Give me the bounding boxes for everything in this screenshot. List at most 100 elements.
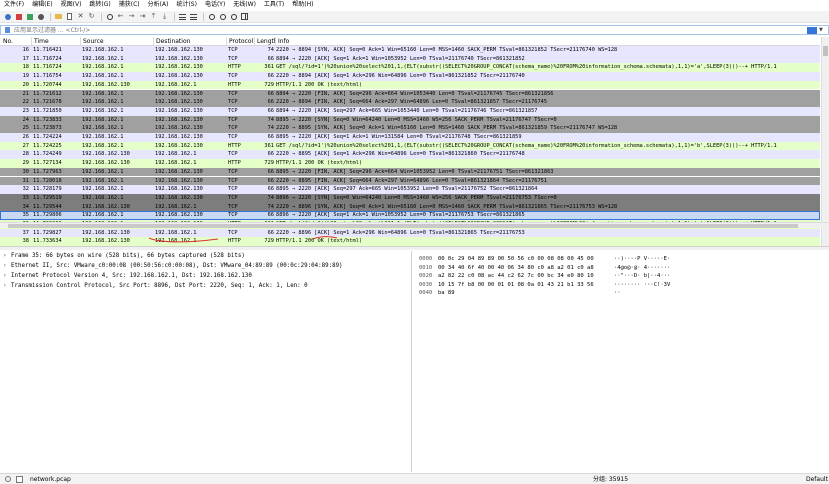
cell-dst: 192.168.162.1 — [155, 151, 197, 158]
table-row[interactable]: 26 11.724224 192.168.162.1 192.168.162.130 T… — [0, 133, 820, 142]
colorize-icon[interactable] — [189, 12, 198, 21]
status-profile[interactable]: Default — [806, 474, 828, 484]
table-row[interactable]: 34 11.729544 192.168.162.130 192.168.162.1 T… — [0, 202, 820, 212]
table-row[interactable]: 28 11.724249 192.168.162.130 192.168.162.1 T… — [0, 150, 820, 160]
menu-item[interactable]: 跳转(G) — [85, 0, 114, 10]
menu-item[interactable]: 视图(V) — [57, 0, 86, 10]
stop-icon[interactable] — [14, 12, 23, 21]
hex-offset: 0020 — [419, 273, 433, 279]
detail-tree-item[interactable]: › Internet Protocol Version 4, Src: 192.1… — [0, 271, 411, 281]
menu-item[interactable]: 捕获(C) — [115, 0, 144, 10]
menu-item[interactable]: 文件(F) — [0, 0, 28, 10]
table-row[interactable]: 30 11.727963 192.168.162.1 192.168.162.130 T… — [0, 167, 820, 177]
chevron-right-icon[interactable]: › — [3, 271, 11, 281]
table-row[interactable]: 27 11.724225 192.168.162.1 192.168.162.130 H… — [0, 141, 820, 151]
autoscroll-icon[interactable] — [178, 12, 187, 21]
column-header-no[interactable]: No. — [0, 37, 32, 46]
table-row[interactable]: 37 11.729827 192.168.162.130 192.168.162.1 T… — [0, 228, 820, 238]
restart-icon[interactable] — [25, 12, 34, 21]
zoom-in-icon[interactable] — [207, 12, 216, 21]
cell-info: HTTP/1.1 200 OK (text/html) — [276, 160, 363, 167]
column-header-length[interactable]: Length — [254, 37, 276, 46]
column-header-source[interactable]: Source — [80, 37, 154, 46]
bookmark-icon[interactable] — [3, 26, 11, 34]
file-icon[interactable] — [65, 12, 74, 21]
vertical-scrollbar[interactable] — [821, 37, 829, 246]
cell-proto: TCP — [228, 194, 238, 201]
cell-info: 8895 → 2220 [ACK] Seq=1 Ack=1 Win=131584… — [276, 134, 522, 140]
chevron-right-icon[interactable]: › — [3, 261, 11, 271]
menu-item[interactable]: 分析(A) — [144, 0, 173, 10]
options-icon[interactable] — [36, 12, 45, 21]
last-icon[interactable]: ⤓ — [160, 12, 169, 21]
resize-columns-icon[interactable] — [240, 12, 249, 21]
cell-proto: TCP — [228, 55, 238, 62]
hex-row[interactable]: 0040 ba 89 ·· — [414, 289, 829, 298]
menu-item[interactable]: 统计(S) — [172, 0, 201, 10]
detail-tree-item[interactable]: › Frame 35: 66 bytes on wire (528 bits), … — [0, 251, 411, 261]
detail-tree-item[interactable]: › Transmission Control Protocol, Src Port… — [0, 281, 411, 291]
hex-row[interactable]: 0020 a2 82 22 c0 08 ac 44 c2 62 7c 00 bc … — [414, 272, 829, 281]
table-row[interactable]: 20 11.720744 192.168.162.130 192.168.162.1 H… — [0, 80, 820, 90]
menu-item[interactable]: 工具(T) — [260, 0, 288, 10]
table-row[interactable]: 33 11.729519 192.168.162.1 192.168.162.130 T… — [0, 193, 820, 203]
table-row[interactable]: 32 11.728179 192.168.162.1 192.168.162.130 T… — [0, 185, 820, 194]
open-file-icon[interactable] — [54, 12, 63, 21]
detail-label: Internet Protocol Version 4, Src: 192.16… — [11, 273, 252, 279]
table-row[interactable]: 23 11.721850 192.168.162.1 192.168.162.130 T… — [0, 106, 820, 116]
display-filter-input[interactable] — [11, 26, 807, 34]
table-row[interactable]: 25 11.723873 192.168.162.1 192.168.162.130 T… — [0, 124, 820, 133]
cell-dst: 192.168.162.130 — [155, 194, 203, 201]
menu-item[interactable]: 编辑(E) — [28, 0, 56, 10]
table-row[interactable]: 18 11.716724 192.168.162.1 192.168.162.130 H… — [0, 63, 820, 73]
horizontal-scrollbar[interactable] — [0, 222, 829, 228]
table-row[interactable]: 38 11.733634 192.168.162.130 192.168.162.1 H… — [0, 237, 820, 246]
back-icon[interactable]: ← — [116, 12, 125, 21]
menu-item[interactable]: 帮助(H) — [288, 0, 317, 10]
forward-icon[interactable]: → — [127, 12, 136, 21]
table-row[interactable]: 17 11.716724 192.168.162.1 192.168.162.130 T… — [0, 54, 820, 64]
cell-time: 11.724224 — [33, 134, 62, 140]
hex-row[interactable]: 0010 00 34 40 6f 40 00 40 06 34 80 c0 a8 … — [414, 264, 829, 273]
hex-row[interactable]: 0030 10 15 7f b8 00 00 01 01 08 0a 01 43 … — [414, 281, 829, 290]
table-row[interactable]: 22 11.721678 192.168.162.1 192.168.162.130 T… — [0, 98, 820, 107]
goto-icon[interactable]: ⇥ — [138, 12, 147, 21]
table-row[interactable]: 24 11.723833 192.168.162.1 192.168.162.130 T… — [0, 115, 820, 125]
find-icon[interactable] — [105, 12, 114, 21]
column-header-protocol[interactable]: Protocol — [226, 37, 255, 46]
chevron-down-icon[interactable]: ▼ — [819, 27, 825, 33]
cell-info: HTTP/1.1 200 OK (text/html) — [276, 81, 363, 88]
apply-filter-button[interactable] — [807, 26, 817, 34]
table-row[interactable]: 19 11.716754 192.168.162.1 192.168.162.130 T… — [0, 72, 820, 81]
hex-row[interactable]: 0000 00 0c 29 04 89 89 00 50 56 c0 00 08 … — [414, 255, 829, 264]
table-row[interactable]: 16 11.716421 192.168.162.1 192.168.162.130 T… — [0, 46, 820, 55]
cell-src: 192.168.162.1 — [82, 194, 124, 201]
capture-file-icon[interactable] — [16, 476, 23, 483]
menu-item[interactable]: 无线(W) — [229, 0, 260, 10]
cell-src: 192.168.162.130 — [82, 203, 130, 210]
first-icon[interactable]: ⤒ — [149, 12, 158, 21]
zoom-normal-icon[interactable] — [229, 12, 238, 21]
table-row[interactable]: 35 11.729806 192.168.162.1 192.168.162.130 T… — [0, 211, 820, 220]
table-row[interactable]: 31 11.728018 192.168.162.1 192.168.162.130 T… — [0, 176, 820, 186]
cell-len: 66 — [267, 229, 274, 236]
cell-time: 11.716421 — [33, 47, 62, 53]
cell-info: 2220 → 8895 [FIN, ACK] Seq=664 Ack=297 W… — [276, 177, 548, 184]
expert-info-icon[interactable] — [5, 476, 11, 482]
detail-tree-item[interactable]: › Ethernet II, Src: VMware_c0:00:08 (00:5… — [0, 261, 411, 271]
table-row[interactable]: 29 11.727134 192.168.162.130 192.168.162.1 H… — [0, 159, 820, 168]
cell-proto: TCP — [228, 212, 238, 219]
chevron-right-icon[interactable]: › — [3, 251, 11, 261]
chevron-right-icon[interactable]: › — [3, 281, 11, 291]
table-row[interactable]: 21 11.721612 192.168.162.1 192.168.162.130 T… — [0, 89, 820, 99]
menu-item[interactable]: 电话(Y) — [201, 0, 229, 10]
zoom-out-icon[interactable] — [218, 12, 227, 21]
reload-icon[interactable]: ↻ — [87, 12, 96, 21]
close-file-icon[interactable]: ✕ — [76, 12, 85, 21]
column-header-time[interactable]: Time — [31, 37, 81, 46]
cell-no: 19 — [22, 73, 29, 80]
shark-fin-icon[interactable] — [3, 12, 12, 21]
column-header-destination[interactable]: Destination — [153, 37, 227, 46]
column-header-info[interactable]: Info — [275, 37, 820, 46]
pane-splitter[interactable] — [0, 246, 829, 250]
